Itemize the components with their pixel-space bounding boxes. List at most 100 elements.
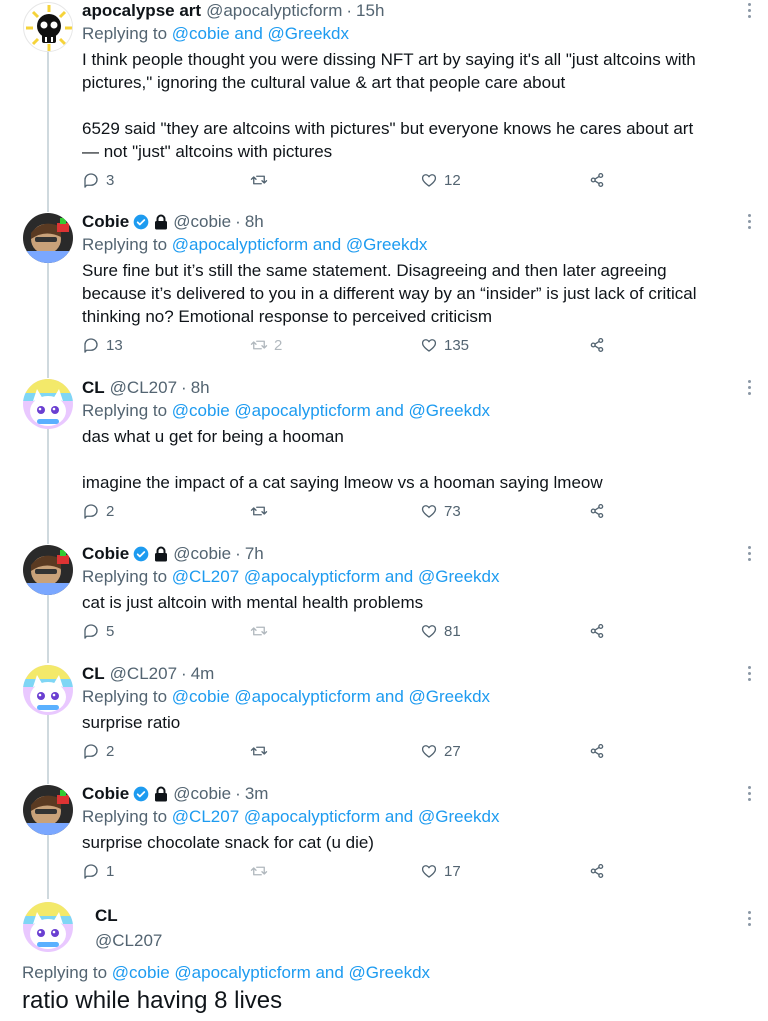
thread-line <box>47 263 49 378</box>
reply-icon <box>84 624 98 639</box>
user-handle[interactable]: @cobie <box>173 784 231 804</box>
reply-button[interactable]: 13 <box>82 335 123 355</box>
tweet-text: cat is just altcoin with mental health p… <box>82 593 424 612</box>
replying-links[interactable]: @cobie and @Greekdx <box>172 24 349 43</box>
like-button[interactable]: 73 <box>420 501 461 521</box>
display-name[interactable]: Cobie <box>82 784 129 804</box>
like-button[interactable]: 27 <box>420 741 461 761</box>
replying-to: Replying to @cobie @apocalypticform and … <box>22 963 430 983</box>
thread-line <box>47 714 49 784</box>
reply-button[interactable]: 3 <box>82 170 114 190</box>
display-name[interactable]: CL <box>95 906 118 926</box>
avatar[interactable] <box>23 545 73 595</box>
replying-to: Replying to @cobie @apocalypticform and … <box>82 401 490 421</box>
timestamp[interactable]: 7h <box>245 544 264 564</box>
timestamp[interactable]: 15h <box>356 1 384 21</box>
user-handle[interactable]: @CL207 <box>110 378 177 398</box>
more-icon[interactable] <box>746 546 752 562</box>
like-count: 17 <box>444 862 461 880</box>
retweet-button[interactable]: 2 <box>250 335 282 355</box>
timestamp[interactable]: 8h <box>191 378 210 398</box>
cobie-avatar-icon <box>23 545 73 595</box>
skull-avatar-icon <box>25 4 72 51</box>
like-button[interactable]: 17 <box>420 861 461 881</box>
share-button[interactable] <box>588 621 606 641</box>
action-bar: 5 81 <box>82 621 622 641</box>
replying-links[interactable]: @cobie @apocalypticform and @Greekdx <box>172 687 490 706</box>
retweet-button[interactable] <box>250 621 274 641</box>
retweet-button[interactable] <box>250 741 274 761</box>
like-button[interactable]: 135 <box>420 335 469 355</box>
verified-badge-icon <box>133 546 149 562</box>
tweet-header: CL @CL207 · 8h <box>82 377 210 399</box>
tweet-text: surprise chocolate snack for cat (u die) <box>82 833 374 852</box>
timestamp[interactable]: 8h <box>245 212 264 232</box>
display-name[interactable]: Cobie <box>82 544 129 564</box>
replying-links[interactable]: @cobie @apocalypticform and @Greekdx <box>112 963 430 982</box>
like-count: 135 <box>444 336 470 354</box>
share-button[interactable] <box>588 741 606 761</box>
user-handle[interactable]: @CL207 <box>110 664 177 684</box>
verified-badge-icon <box>133 214 149 230</box>
like-count: 12 <box>444 171 461 189</box>
more-icon[interactable] <box>746 3 752 19</box>
reply-icon <box>84 504 98 519</box>
replying-label: Replying to <box>82 567 168 586</box>
action-bar: 3 12 <box>82 170 622 190</box>
avatar[interactable] <box>23 785 73 835</box>
reply-button[interactable]: 2 <box>82 741 114 761</box>
user-handle[interactable]: @CL207 <box>95 931 162 951</box>
more-icon[interactable] <box>746 911 752 927</box>
reply-button[interactable]: 5 <box>82 621 114 641</box>
user-handle[interactable]: @cobie <box>173 544 231 564</box>
share-icon <box>590 623 604 639</box>
avatar[interactable] <box>23 2 73 52</box>
heart-icon <box>421 745 437 758</box>
timestamp[interactable]: 3m <box>245 784 269 804</box>
thread-line <box>47 429 49 544</box>
tweet-text: das what u get for being a hooman imagin… <box>82 427 603 492</box>
display-name[interactable]: CL <box>82 664 105 684</box>
like-button[interactable]: 12 <box>420 170 461 190</box>
retweet-icon <box>250 175 268 185</box>
display-name[interactable]: Cobie <box>82 212 129 232</box>
timestamp[interactable]: 4m <box>191 664 215 684</box>
replying-label: Replying to <box>82 235 168 254</box>
share-button[interactable] <box>588 170 606 190</box>
avatar[interactable] <box>23 379 73 429</box>
reply-button[interactable]: 1 <box>82 861 114 881</box>
reply-icon <box>84 864 98 879</box>
thread-line <box>47 835 49 899</box>
more-icon[interactable] <box>746 380 752 396</box>
like-count: 73 <box>444 502 461 520</box>
retweet-button[interactable] <box>250 170 274 190</box>
like-button[interactable]: 81 <box>420 621 461 641</box>
avatar[interactable] <box>23 213 73 263</box>
share-button[interactable] <box>588 861 606 881</box>
user-handle[interactable]: @apocalypticform <box>206 1 342 21</box>
share-button[interactable] <box>588 335 606 355</box>
user-handle[interactable]: @cobie <box>173 212 231 232</box>
replying-links[interactable]: @CL207 @apocalypticform and @Greekdx <box>172 567 500 586</box>
replying-links[interactable]: @CL207 @apocalypticform and @Greekdx <box>172 807 500 826</box>
reply-icon <box>84 744 98 759</box>
display-name[interactable]: apocalypse art <box>82 1 201 21</box>
cl-avatar-icon <box>23 379 73 429</box>
display-name[interactable]: CL <box>82 378 105 398</box>
retweet-button[interactable] <box>250 501 274 521</box>
reply-button[interactable]: 2 <box>82 501 114 521</box>
reply-count: 2 <box>106 742 115 760</box>
replying-links[interactable]: @apocalypticform and @Greekdx <box>172 235 428 254</box>
reply-count: 2 <box>106 502 115 520</box>
reply-icon <box>84 173 98 188</box>
retweet-button[interactable] <box>250 861 274 881</box>
more-icon[interactable] <box>746 214 752 230</box>
share-button[interactable] <box>588 501 606 521</box>
replying-label: Replying to <box>22 963 108 982</box>
more-icon[interactable] <box>746 666 752 682</box>
more-icon[interactable] <box>746 786 752 802</box>
avatar[interactable] <box>23 902 73 952</box>
reply-icon <box>84 338 98 353</box>
avatar[interactable] <box>23 665 73 715</box>
replying-links[interactable]: @cobie @apocalypticform and @Greekdx <box>172 401 490 420</box>
